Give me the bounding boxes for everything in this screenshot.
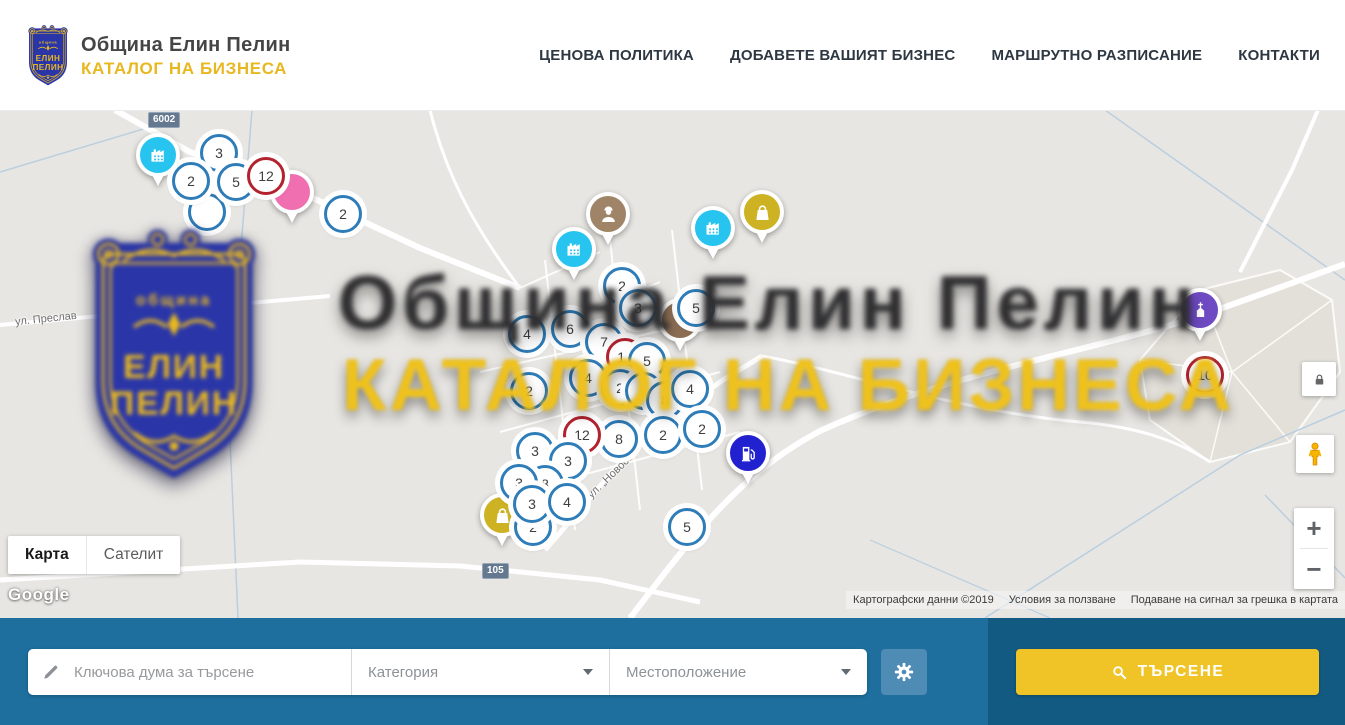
zoom-control: + − (1294, 508, 1334, 589)
cluster-marker[interactable]: 6 (551, 310, 589, 348)
search-icon (1111, 664, 1128, 681)
emblem-name1: ЕЛИН (36, 54, 61, 63)
attribution-terms-link[interactable]: Условия за ползване (1009, 594, 1116, 606)
map-lock-button[interactable] (1302, 362, 1336, 396)
gear-icon (893, 661, 915, 683)
search-button[interactable]: ТЪРСЕНЕ (1016, 649, 1319, 695)
emblem-name2: ПЕЛИН (33, 63, 64, 72)
cluster-marker[interactable]: 12 (247, 157, 285, 195)
map-type-satellite-button[interactable]: Сателит (86, 536, 180, 574)
church-pin-marker[interactable] (1178, 288, 1222, 344)
chevron-down-icon (841, 669, 851, 675)
markers-layer: 325122235467135427842812338323422510 (0, 110, 1345, 618)
nav-add-business[interactable]: ДОБАВЕТЕ ВАШИЯТ БИЗНЕС (730, 47, 955, 64)
category-select-value: Категория (368, 664, 438, 681)
nav-pricing-policy[interactable]: ЦЕНОВА ПОЛИТИКА (539, 47, 694, 64)
pencil-icon (42, 663, 60, 681)
search-button-label: ТЪРСЕНЕ (1138, 663, 1224, 681)
nav-contacts[interactable]: КОНТАКТИ (1238, 47, 1320, 64)
lock-icon (1312, 372, 1327, 387)
cluster-marker[interactable]: 8 (600, 420, 638, 458)
map-type-map-button[interactable]: Карта (8, 536, 86, 574)
category-select[interactable]: Категория (351, 649, 609, 695)
site-title: Община Елин Пелин (81, 34, 291, 57)
fuel-pin-marker[interactable] (726, 431, 770, 487)
attribution-report-error-link[interactable]: Подаване на сигнал за грешка в картата (1131, 594, 1338, 606)
cluster-marker[interactable]: 2 (324, 195, 362, 233)
site-logo[interactable]: община ЕЛИН ПЕЛИН Община Елин Пелин КАТА… (25, 24, 291, 88)
emblem-motto: община (39, 40, 58, 44)
attribution-copyright: Картографски данни ©2019 (853, 594, 994, 606)
advanced-settings-button[interactable] (881, 649, 927, 695)
keyword-field[interactable] (28, 649, 351, 695)
cluster-marker[interactable]: 2 (683, 410, 721, 448)
bag-pin-marker[interactable] (740, 190, 784, 246)
search-fields: Категория Местоположение (28, 649, 867, 695)
street-view-pegman-button[interactable] (1296, 435, 1334, 473)
site-header: община ЕЛИН ПЕЛИН Община Елин Пелин КАТА… (0, 0, 1345, 111)
cluster-marker[interactable]: 2 (644, 416, 682, 454)
pegman-icon (1304, 441, 1326, 467)
main-nav: ЦЕНОВА ПОЛИТИКА ДОБАВЕТЕ ВАШИЯТ БИЗНЕС М… (539, 0, 1320, 110)
cluster-marker[interactable]: 2 (510, 372, 548, 410)
location-select[interactable]: Местоположение (609, 649, 867, 695)
cluster-marker[interactable]: 3 (513, 485, 551, 523)
search-bar: Категория Местоположение ТЪРСЕНЕ (0, 618, 1345, 725)
cluster-marker[interactable]: 5 (668, 508, 706, 546)
zoom-out-button[interactable]: − (1294, 549, 1334, 589)
cluster-marker[interactable]: 4 (508, 315, 546, 353)
chevron-down-icon (583, 669, 593, 675)
municipality-emblem-icon: община ЕЛИН ПЕЛИН (25, 24, 71, 88)
zoom-in-button[interactable]: + (1294, 508, 1334, 548)
cluster-marker[interactable]: 4 (548, 483, 586, 521)
cluster-marker[interactable]: 10 (1186, 356, 1224, 394)
map-canvas[interactable]: 6002 105 ул. Преслав бул. „Новосел 32512… (0, 110, 1345, 618)
google-logo[interactable]: Google (8, 585, 70, 605)
map-attribution: Картографски данни ©2019 Условия за полз… (846, 591, 1345, 609)
cluster-marker[interactable]: 4 (671, 370, 709, 408)
keyword-search-input[interactable] (72, 663, 339, 682)
factory-pin-marker[interactable] (552, 227, 596, 283)
cluster-marker[interactable]: 2 (172, 162, 210, 200)
factory-pin-marker[interactable] (691, 206, 735, 262)
map-type-control: Карта Сателит (8, 536, 180, 574)
nav-route-schedule[interactable]: МАРШРУТНО РАЗПИСАНИЕ (991, 47, 1202, 64)
cluster-marker[interactable]: 5 (677, 289, 715, 327)
site-subtitle: КАТАЛОГ НА БИЗНЕСА (81, 59, 291, 79)
cluster-marker[interactable]: 3 (619, 289, 657, 327)
location-select-value: Местоположение (626, 664, 746, 681)
